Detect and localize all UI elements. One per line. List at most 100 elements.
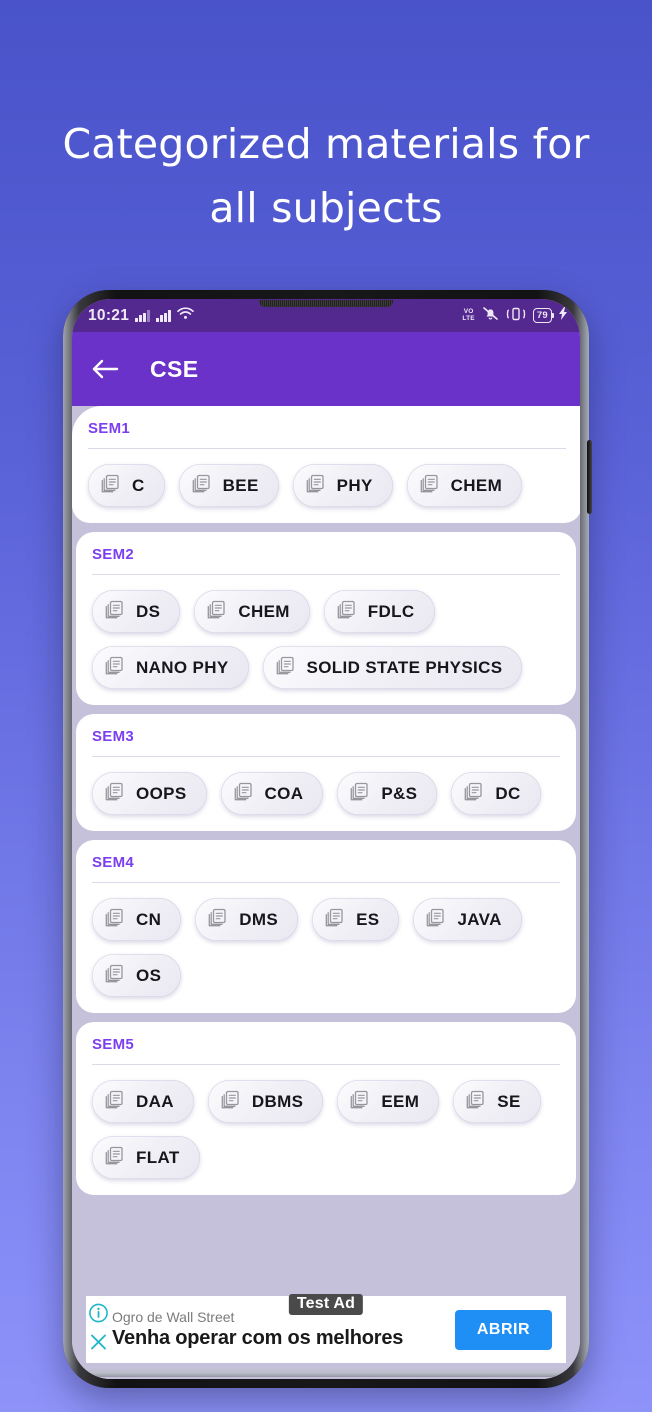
ad-headline: Venha operar com os melhores	[112, 1327, 404, 1350]
subject-chip[interactable]: DC	[451, 772, 541, 815]
semester-card: SEM3 OOPS COA P&S DC	[76, 714, 576, 831]
status-bar-right: VO LTE 79	[462, 306, 567, 325]
subject-chip[interactable]: DAA	[92, 1080, 194, 1123]
subject-label: COA	[264, 783, 304, 803]
volte-icon: VO LTE	[462, 308, 475, 322]
subject-chip-row: OOPS COA P&S DC	[92, 772, 560, 815]
subject-label: BEE	[222, 475, 259, 495]
promo-headline: Categorized materials for all subjects	[0, 112, 652, 240]
subject-label: OOPS	[136, 783, 187, 803]
app-bar: CSE	[72, 332, 580, 406]
semester-card: SEM1 C BEE PHY CHEM	[72, 406, 580, 523]
subject-chip[interactable]: P&S	[337, 772, 438, 815]
ad-banner[interactable]: Ogro de Wall Street Venha operar com os …	[86, 1294, 566, 1363]
document-stack-icon	[350, 1090, 369, 1114]
document-stack-icon	[105, 908, 124, 932]
ad-cta-button[interactable]: ABRIR	[454, 1309, 552, 1350]
subject-chip[interactable]: DBMS	[207, 1080, 324, 1123]
subject-label: DBMS	[251, 1091, 304, 1111]
subject-chip[interactable]: FDLC	[323, 590, 435, 633]
test-ad-badge: Test Ad	[288, 1294, 364, 1315]
document-stack-icon	[105, 782, 124, 806]
divider	[88, 448, 566, 449]
subject-chip[interactable]: COA	[220, 772, 324, 815]
subject-chip[interactable]: OOPS	[92, 772, 207, 815]
battery-percent: 79	[536, 310, 548, 321]
semester-list[interactable]: SEM1 C BEE PHY CHEM SEM2 DS CHEM FDLC NA…	[72, 406, 580, 1379]
document-stack-icon	[276, 656, 295, 680]
document-stack-icon	[350, 782, 369, 806]
subject-label: PHY	[336, 475, 373, 495]
promo-headline-line1: Categorized materials for	[62, 120, 590, 168]
document-stack-icon	[464, 782, 483, 806]
subject-label: CHEM	[450, 475, 503, 495]
subject-chip[interactable]: OS	[92, 954, 182, 997]
subject-label: JAVA	[457, 909, 502, 929]
subject-chip[interactable]: JAVA	[413, 898, 522, 941]
mute-bell-icon	[482, 306, 499, 325]
subject-chip[interactable]: CN	[92, 898, 182, 941]
subject-chip[interactable]: CHEM	[194, 590, 310, 633]
document-stack-icon	[221, 1090, 240, 1114]
document-stack-icon	[337, 600, 356, 624]
subject-chip[interactable]: PHY	[292, 464, 393, 507]
subject-chip[interactable]: DMS	[195, 898, 299, 941]
charging-bolt-icon	[559, 307, 567, 324]
vibrate-icon	[506, 307, 526, 325]
subject-label: SOLID STATE PHYSICS	[306, 657, 503, 677]
subject-label: FDLC	[367, 601, 415, 621]
subject-label: DMS	[239, 909, 279, 929]
document-stack-icon	[420, 474, 439, 498]
subject-label: P&S	[381, 783, 418, 803]
subject-label: NANO PHY	[136, 657, 229, 677]
document-stack-icon	[105, 964, 124, 988]
document-stack-icon	[101, 474, 120, 498]
document-stack-icon	[105, 1146, 124, 1170]
subject-chip[interactable]: DS	[92, 590, 181, 633]
subject-chip[interactable]: CHEM	[406, 464, 523, 507]
close-icon[interactable]	[88, 1331, 109, 1357]
subject-label: SE	[497, 1091, 521, 1111]
document-stack-icon	[466, 1090, 485, 1114]
subject-chip[interactable]: NANO PHY	[92, 646, 249, 689]
back-arrow-icon[interactable]	[90, 354, 120, 384]
promo-headline-line2: all subjects	[209, 184, 443, 232]
subject-chip[interactable]: FLAT	[92, 1136, 200, 1179]
semester-title: SEM4	[92, 854, 135, 871]
semester-card: SEM4 CN DMS ES JAVA OS	[76, 840, 576, 1013]
subject-chip[interactable]: BEE	[178, 464, 279, 507]
subject-label: C	[132, 475, 145, 495]
subject-chip[interactable]: SOLID STATE PHYSICS	[262, 646, 523, 689]
document-stack-icon	[105, 1090, 124, 1114]
subject-chip-row: CN DMS ES JAVA OS	[92, 898, 560, 997]
status-bar-left: 10:21	[88, 307, 194, 325]
subject-chip[interactable]: C	[88, 464, 165, 507]
divider	[92, 1064, 560, 1065]
subject-chip[interactable]: SE	[453, 1080, 541, 1123]
ad-controls	[88, 1302, 109, 1357]
document-stack-icon	[105, 656, 124, 680]
ad-banner-container: Ogro de Wall Street Venha operar com os …	[72, 1286, 580, 1379]
document-stack-icon	[192, 474, 211, 498]
document-stack-icon	[325, 908, 344, 932]
subject-label: ES	[356, 909, 380, 929]
divider	[92, 756, 560, 757]
volume-button[interactable]	[587, 440, 592, 514]
subject-label: DAA	[136, 1091, 174, 1111]
subject-label: DS	[136, 601, 161, 621]
divider	[92, 882, 560, 883]
status-clock: 10:21	[88, 306, 130, 324]
subject-chip[interactable]: ES	[312, 898, 400, 941]
semester-card: SEM5 DAA DBMS EEM SE FLAT	[76, 1022, 576, 1195]
semester-card: SEM2 DS CHEM FDLC NANO PHY SOLID STATE P…	[76, 532, 576, 705]
subject-chip[interactable]: EEM	[337, 1080, 440, 1123]
semester-title: SEM1	[88, 420, 131, 437]
info-icon[interactable]	[88, 1302, 109, 1328]
subject-chip-row: DAA DBMS EEM SE FLAT	[92, 1080, 560, 1179]
wifi-icon	[177, 307, 194, 324]
document-stack-icon	[306, 474, 325, 498]
phone-screen: 10:21 VO LTE 79 CSE SEM1 C BEE PHY CHEM …	[72, 299, 580, 1379]
document-stack-icon	[207, 600, 226, 624]
subject-label: FLAT	[136, 1147, 180, 1167]
subject-label: EEM	[381, 1091, 420, 1111]
